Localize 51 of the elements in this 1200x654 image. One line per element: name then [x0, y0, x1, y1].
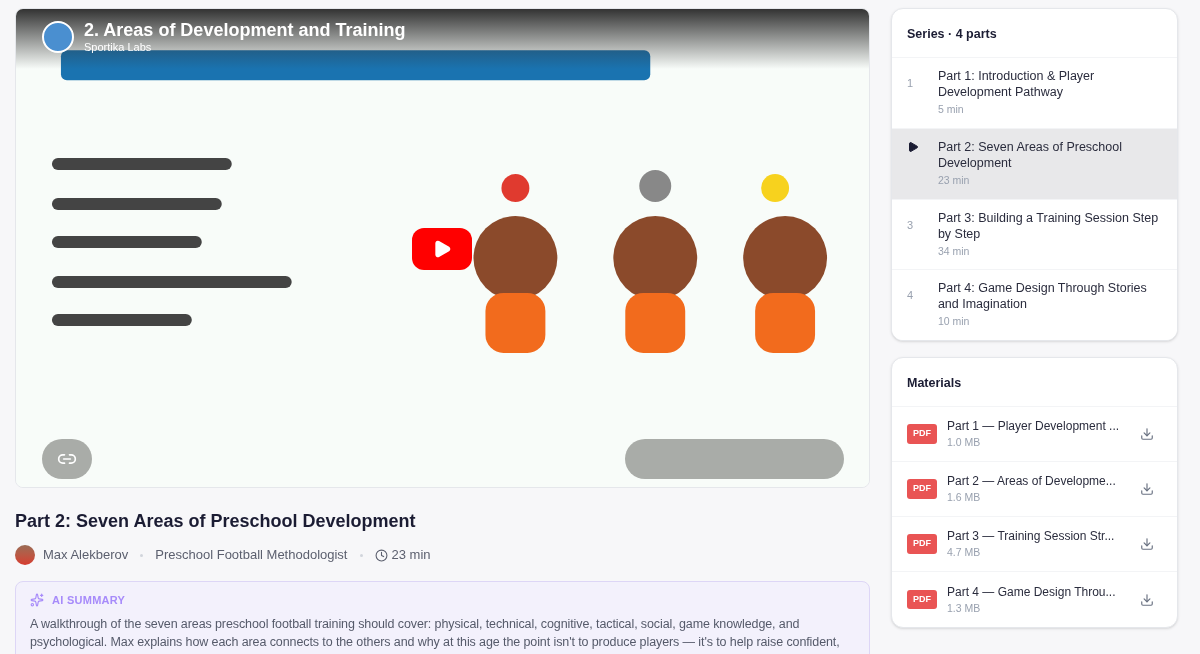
lesson-title: Part 2: Seven Areas of Preschool Development [15, 510, 417, 533]
file-name[interactable]: Part 1 — Player Development ... [947, 417, 1137, 436]
download-button[interactable] [1140, 592, 1154, 607]
series-item[interactable]: 1 Part 1: Introduction & Player Development Pathway 5 min [892, 58, 1177, 129]
series-item[interactable]: 3 Part 3: Building a Training Session Step by Step 34 min [892, 199, 1177, 271]
download-icon [1140, 427, 1154, 441]
file-size: 1.3 MB [947, 600, 982, 616]
pdf-badge: PDF [907, 424, 937, 444]
part-duration: 5 min [937, 102, 965, 117]
summary-label: AI SUMMARY [52, 593, 126, 608]
part-title: Part 3: Building a Training Session Step by Step [937, 209, 1160, 242]
part-duration: 23 min [937, 172, 971, 188]
part-title: Part 2: Seven Areas of Preschool Development [937, 138, 1123, 171]
download-icon [1140, 537, 1154, 551]
part-duration: 34 min [937, 243, 971, 259]
author-name[interactable]: Max Alekberov [43, 545, 129, 565]
file-size: 1.0 MB [947, 435, 982, 451]
series-title: Series · 4 parts [907, 27, 997, 41]
play-icon [907, 140, 919, 153]
download-button[interactable] [1140, 537, 1154, 551]
video-player[interactable]: 2. Areas of Development and Training Sportika Labs [15, 8, 870, 488]
play-icon [432, 239, 452, 259]
video-title[interactable]: 2. Areas of Development and Training [84, 19, 406, 41]
part-number: 1 [907, 77, 914, 89]
play-button[interactable] [412, 228, 472, 270]
file-size: 1.6 MB [947, 490, 982, 506]
author-role: Preschool Football Methodologist [155, 546, 348, 565]
lesson-duration: 23 min [391, 546, 431, 565]
pdf-badge: PDF [907, 534, 937, 554]
download-icon [1140, 482, 1154, 496]
part-duration: 10 min [937, 314, 971, 330]
clock-icon [374, 548, 388, 562]
summary-text: A walkthrough of the seven areas preschool football training should cover: physical, technical, cognitive, tactical, social, game knowledge, and psychological. Max explains how each area connects to the others and why at this age the point isn't to produce players — it's to help raise confident, [30, 615, 841, 651]
part-number: 4 [907, 289, 914, 302]
file-name[interactable]: Part 4 — Game Design Throu... [947, 582, 1137, 601]
materials-title: Materials [907, 376, 962, 390]
file-size: 4.7 MB [947, 545, 982, 561]
download-icon [1140, 592, 1154, 607]
series-item[interactable]: 4 Part 4: Game Design Through Stories and Imagination 10 min [892, 270, 1177, 340]
part-number: 3 [907, 218, 914, 231]
download-button[interactable] [1140, 427, 1154, 441]
part-title: Part 4: Game Design Through Stories and Imagination [937, 280, 1148, 313]
file-name[interactable]: Part 2 — Areas of Developme... [947, 472, 1137, 491]
part-title: Part 1: Introduction & Player Development Pathway [937, 68, 1096, 100]
sparkle-icon [30, 593, 44, 608]
author-avatar [15, 545, 35, 565]
pdf-badge: PDF [907, 479, 937, 499]
series-item[interactable]: Part 2: Seven Areas of Preschool Development 23 min [892, 128, 1177, 200]
download-button[interactable] [1140, 482, 1154, 496]
pdf-badge: PDF [907, 589, 937, 610]
file-name[interactable]: Part 3 — Training Session Str... [947, 527, 1137, 546]
